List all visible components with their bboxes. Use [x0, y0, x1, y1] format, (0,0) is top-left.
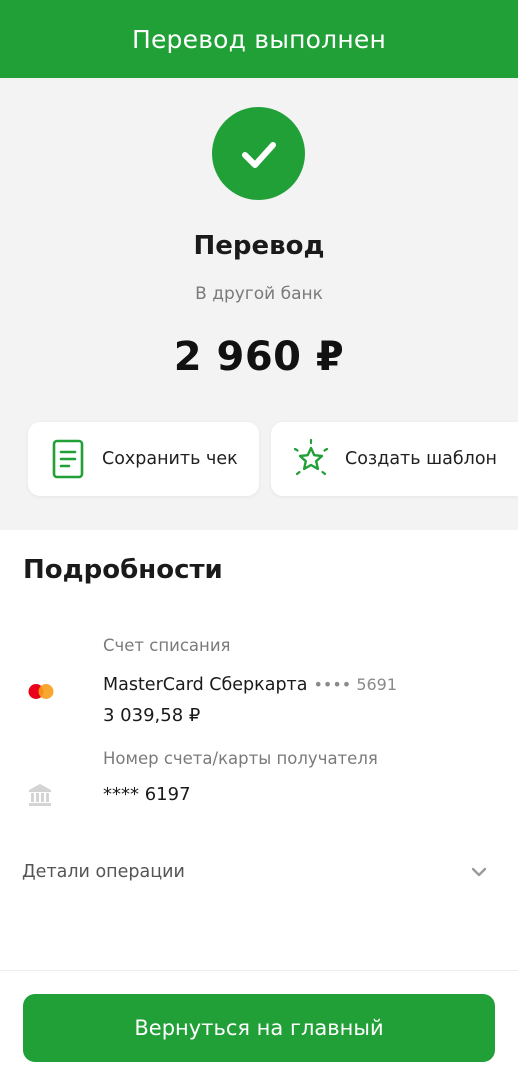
- debit-card-name: MasterCard Сберкарта •••• 5691: [103, 675, 397, 695]
- debit-account-label: Счет списания: [103, 636, 231, 655]
- app-header: Перевод выполнен: [0, 0, 518, 78]
- chevron-down-icon: [471, 867, 487, 877]
- debit-card-balance: 3 039,58 ₽: [103, 705, 201, 726]
- transfer-amount: 2 960 ₽: [173, 334, 345, 380]
- save-receipt-button[interactable]: Сохранить чек: [28, 422, 259, 496]
- create-template-button[interactable]: Создать шаблон: [271, 422, 518, 496]
- recipient-label: Номер счета/карты получателя: [103, 749, 378, 768]
- card-mask: •••• 5691: [313, 675, 398, 694]
- header-title: Перевод выполнен: [131, 24, 387, 54]
- mastercard-logo: [28, 684, 54, 699]
- transfer-summary: Перевод В другой банк 2 960 ₽ Сохранить …: [0, 78, 518, 530]
- transfer-title: Перевод: [193, 231, 325, 261]
- details-heading: Подробности: [23, 555, 223, 585]
- recipient-card-number: **** 6197: [103, 784, 191, 805]
- card-name: MasterCard Сберкарта: [103, 675, 308, 695]
- return-home-button[interactable]: Вернуться на главный: [23, 994, 495, 1062]
- star-sparkle-icon: [291, 439, 331, 479]
- operation-details-toggle[interactable]: Детали операции: [0, 850, 518, 894]
- save-receipt-label: Сохранить чек: [102, 449, 238, 469]
- create-template-label: Создать шаблон: [345, 449, 497, 469]
- receipt-icon: [48, 439, 88, 479]
- success-status: [212, 107, 305, 200]
- bank-icon: [29, 784, 51, 806]
- operation-details-label: Детали операции: [22, 862, 185, 882]
- transfer-subtitle: В другой банк: [195, 284, 323, 304]
- footer-divider: [0, 970, 518, 971]
- check-icon: [241, 141, 276, 168]
